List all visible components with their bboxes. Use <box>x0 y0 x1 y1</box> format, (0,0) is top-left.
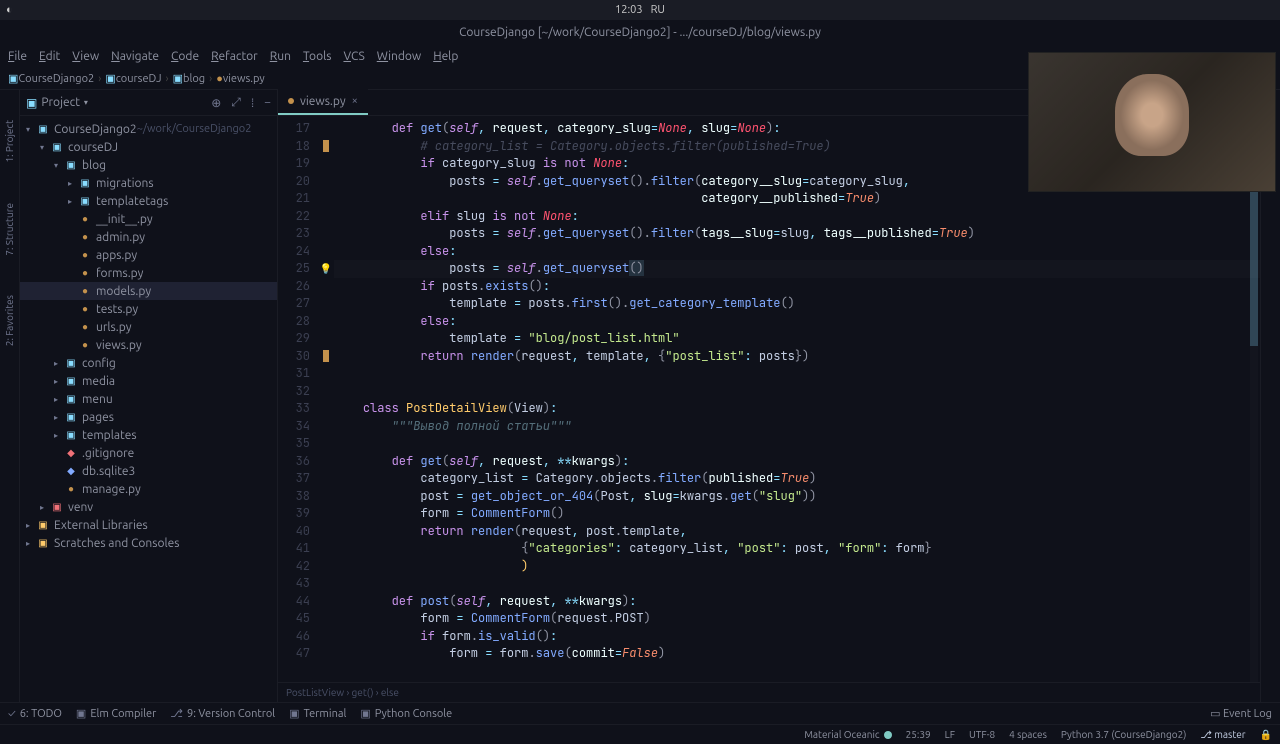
tree-item-admin-py[interactable]: ●admin.py <box>20 228 277 246</box>
modified-dot-icon <box>288 98 294 104</box>
interpreter[interactable]: Python 3.7 (CourseDjango2) <box>1061 729 1186 740</box>
tree-item-coursedjango2[interactable]: ▾▣CourseDjango2 ~/work/CourseDjango2 <box>20 120 277 138</box>
project-folder-icon: ▣ <box>26 96 37 110</box>
cursor-position[interactable]: 25:39 <box>906 729 931 740</box>
menu-tools[interactable]: Tools <box>299 50 336 63</box>
tree-item-venv[interactable]: ▸▣venv <box>20 498 277 516</box>
tree-item-config[interactable]: ▸▣config <box>20 354 277 372</box>
tree-item-db-sqlite3[interactable]: ◆db.sqlite3 <box>20 462 277 480</box>
tree-item-media[interactable]: ▸▣media <box>20 372 277 390</box>
close-tab-icon[interactable]: × <box>352 95 358 107</box>
tree-item-templatetags[interactable]: ▸▣templatetags <box>20 192 277 210</box>
breadcrumb-item[interactable]: ▣ courseDJ <box>105 72 161 85</box>
menu-edit[interactable]: Edit <box>35 50 64 63</box>
code-content[interactable]: def get(self, request, category_slug=Non… <box>334 116 1260 682</box>
lock-icon[interactable]: 🔒 <box>1260 729 1272 741</box>
theme-dot-icon <box>884 731 892 739</box>
scrollbar[interactable] <box>1250 146 1258 682</box>
code-editor[interactable]: 1718192021222324252627282930313233343536… <box>278 116 1260 682</box>
tool-structure[interactable]: 7: Structure <box>4 203 15 256</box>
tree-item--gitignore[interactable]: ◆.gitignore <box>20 444 277 462</box>
bottom-tool-python-console[interactable]: ▣ Python Console <box>360 707 452 720</box>
tree-item-blog[interactable]: ▾▣blog <box>20 156 277 174</box>
breadcrumb-item[interactable]: ▣ blog <box>173 72 205 85</box>
tab-label: views.py <box>300 95 346 108</box>
bottom-tool-6--todo[interactable]: ✓ 6: TODO <box>8 707 62 720</box>
tree-item-coursedj[interactable]: ▾▣courseDJ <box>20 138 277 156</box>
theme-indicator[interactable]: Material Oceanic <box>804 729 891 740</box>
project-panel: ▣ Project ▾ ⊕ ⤢ ⁞ − ▾▣CourseDjango2 ~/wo… <box>20 90 278 702</box>
tree-item-migrations[interactable]: ▸▣migrations <box>20 174 277 192</box>
line-numbers: 1718192021222324252627282930313233343536… <box>278 116 318 682</box>
scrollbar-thumb[interactable] <box>1250 166 1258 346</box>
status-bar: Material Oceanic 25:39 LF UTF-8 4 spaces… <box>0 724 1280 744</box>
tree-item---init---py[interactable]: ●__init__.py <box>20 210 277 228</box>
project-tree[interactable]: ▾▣CourseDjango2 ~/work/CourseDjango2▾▣co… <box>20 116 277 702</box>
system-lang: RU <box>651 4 665 16</box>
bottom-toolbar: ✓ 6: TODO ▣ Elm Compiler ⎇ 9: Version Cont… <box>0 702 1280 724</box>
system-menu-icon[interactable]: ◐ <box>6 4 13 16</box>
menu-navigate[interactable]: Navigate <box>107 50 163 63</box>
event-log-button[interactable]: ▭ Event Log <box>1210 707 1272 720</box>
line-ending[interactable]: LF <box>945 729 955 740</box>
gutter-marks: 💡 <box>318 116 334 682</box>
tree-item-manage-py[interactable]: ●manage.py <box>20 480 277 498</box>
breadcrumb-item[interactable]: ▣ CourseDjango2 <box>8 72 94 85</box>
tree-item-templates[interactable]: ▸▣templates <box>20 426 277 444</box>
menu-file[interactable]: File <box>4 50 31 63</box>
tree-item-apps-py[interactable]: ●apps.py <box>20 246 277 264</box>
code-breadcrumb[interactable]: PostListView › get() › else <box>278 682 1260 702</box>
tree-item-urls-py[interactable]: ●urls.py <box>20 318 277 336</box>
bottom-tool-elm-compiler[interactable]: ▣ Elm Compiler <box>76 707 156 720</box>
tool-project[interactable]: 1: Project <box>4 120 15 163</box>
menu-view[interactable]: View <box>68 50 103 63</box>
window-title-bar: CourseDjango [~/work/CourseDjango2] - ..… <box>0 20 1280 44</box>
project-header-label[interactable]: Project <box>41 96 80 109</box>
left-tool-gutter: 1: Project 7: Structure 2: Favorites <box>0 90 20 702</box>
bottom-tool-9--version-control[interactable]: ⎇ 9: Version Control <box>170 707 275 720</box>
locate-icon[interactable]: ⊕ <box>211 96 221 110</box>
menu-run[interactable]: Run <box>266 50 295 63</box>
tab-views-py[interactable]: views.py × <box>278 89 368 115</box>
hide-icon[interactable]: − <box>264 96 271 110</box>
indent[interactable]: 4 spaces <box>1009 729 1047 740</box>
menu-window[interactable]: Window <box>373 50 425 63</box>
menu-help[interactable]: Help <box>429 50 462 63</box>
tree-item-views-py[interactable]: ●views.py <box>20 336 277 354</box>
menu-refactor[interactable]: Refactor <box>207 50 262 63</box>
system-time: 12:03 <box>615 4 643 16</box>
settings-icon[interactable]: ⁞ <box>251 96 254 110</box>
breadcrumb[interactable]: ▣ CourseDjango2›▣ courseDJ›▣ blog›● view… <box>8 72 265 85</box>
tree-item-tests-py[interactable]: ●tests.py <box>20 300 277 318</box>
tree-item-scratches-and-consoles[interactable]: ▸▣Scratches and Consoles <box>20 534 277 552</box>
dropdown-icon[interactable]: ▾ <box>84 98 88 107</box>
encoding[interactable]: UTF-8 <box>969 729 995 740</box>
tree-item-forms-py[interactable]: ●forms.py <box>20 264 277 282</box>
system-topbar: ◐ 12:03 RU <box>0 0 1280 20</box>
tree-item-menu[interactable]: ▸▣menu <box>20 390 277 408</box>
webcam-overlay <box>1028 52 1276 192</box>
event-log-icon: ▭ <box>1210 708 1220 720</box>
menu-code[interactable]: Code <box>167 50 203 63</box>
bottom-tool-terminal[interactable]: ▣ Terminal <box>289 707 346 720</box>
tree-item-external-libraries[interactable]: ▸▣External Libraries <box>20 516 277 534</box>
tree-item-pages[interactable]: ▸▣pages <box>20 408 277 426</box>
tool-favorites[interactable]: 2: Favorites <box>4 295 15 346</box>
window-title: CourseDjango [~/work/CourseDjango2] - ..… <box>459 26 821 39</box>
menu-vcs[interactable]: VCS <box>339 50 368 63</box>
git-branch[interactable]: ⎇ master <box>1200 729 1245 741</box>
tree-item-models-py[interactable]: ●models.py <box>20 282 277 300</box>
breadcrumb-item[interactable]: ● views.py <box>216 73 265 85</box>
collapse-icon[interactable]: ⤢ <box>231 96 241 110</box>
